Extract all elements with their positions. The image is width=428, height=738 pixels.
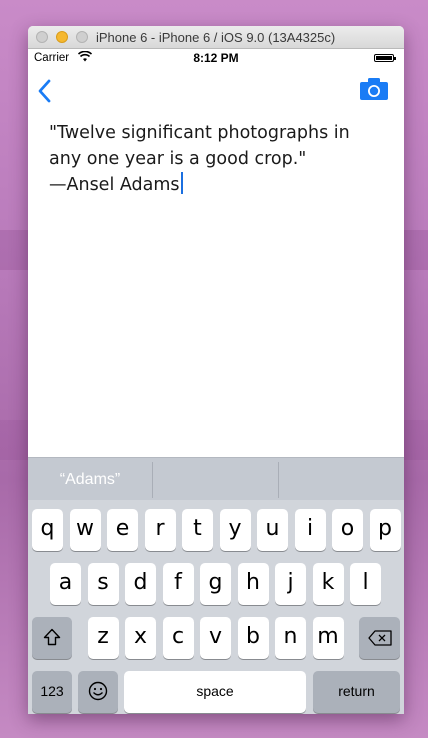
shift-icon <box>43 628 61 646</box>
return-key[interactable]: return <box>313 671 400 713</box>
key-a[interactable]: a <box>50 563 81 605</box>
numbers-key[interactable]: 123 <box>32 671 72 713</box>
quote-text-view[interactable]: "Twelve significant photographs in any o… <box>49 120 379 460</box>
shift-key[interactable] <box>32 617 72 659</box>
key-o[interactable]: o <box>332 509 363 551</box>
key-e[interactable]: e <box>107 509 138 551</box>
key-v[interactable]: v <box>200 617 231 659</box>
close-window-button[interactable] <box>36 31 48 43</box>
simulator-window: iPhone 6 - iPhone 6 / iOS 9.0 (13A4325c)… <box>28 26 404 714</box>
back-button[interactable] <box>34 78 58 104</box>
key-x[interactable]: x <box>125 617 156 659</box>
key-z[interactable]: z <box>87 617 119 659</box>
key-i[interactable]: i <box>294 509 326 551</box>
key-c[interactable]: c <box>162 617 194 659</box>
space-key[interactable]: space <box>124 671 306 713</box>
status-time: 8:12 PM <box>193 51 239 65</box>
key-j[interactable]: j <box>275 563 306 605</box>
minimize-window-button[interactable] <box>56 31 68 43</box>
key-u[interactable]: u <box>257 509 288 551</box>
emoji-icon <box>88 681 108 701</box>
key-w[interactable]: w <box>69 509 101 551</box>
zoom-window-button[interactable] <box>76 31 88 43</box>
text-line: —Ansel Adams <box>49 175 180 195</box>
battery-icon <box>374 54 396 62</box>
navigation-bar <box>28 68 404 112</box>
key-f[interactable]: f <box>162 563 194 605</box>
text-line: any one year is a good crop." <box>49 149 307 169</box>
key-l[interactable]: l <box>350 563 381 605</box>
key-p[interactable]: p <box>369 509 401 551</box>
text-cursor <box>180 172 183 194</box>
suggestion-2[interactable] <box>153 458 278 501</box>
key-b[interactable]: b <box>237 617 269 659</box>
key-s[interactable]: s <box>87 563 119 605</box>
camera-icon <box>360 78 388 100</box>
predictive-bar: “Adams” <box>28 457 404 501</box>
key-n[interactable]: n <box>275 617 306 659</box>
key-t[interactable]: t <box>182 509 213 551</box>
suggestion-3[interactable] <box>279 458 404 501</box>
key-h[interactable]: h <box>237 563 269 605</box>
camera-button[interactable] <box>360 78 388 100</box>
delete-icon <box>367 630 392 646</box>
key-m[interactable]: m <box>312 617 344 659</box>
key-r[interactable]: r <box>144 509 176 551</box>
delete-key[interactable] <box>359 617 400 659</box>
text-line-last: —Ansel Adams <box>49 172 379 198</box>
chevron-left-icon <box>38 79 51 103</box>
key-y[interactable]: y <box>219 509 251 551</box>
key-d[interactable]: d <box>125 563 156 605</box>
window-title: iPhone 6 - iPhone 6 / iOS 9.0 (13A4325c) <box>96 30 336 45</box>
key-q[interactable]: q <box>32 509 63 551</box>
text-line: "Twelve significant photographs in <box>49 123 350 143</box>
emoji-key[interactable] <box>78 671 118 713</box>
key-k[interactable]: k <box>312 563 344 605</box>
status-bar: Carrier 8:12 PM <box>28 48 404 68</box>
key-g[interactable]: g <box>200 563 231 605</box>
window-titlebar: iPhone 6 - iPhone 6 / iOS 9.0 (13A4325c) <box>28 26 404 49</box>
suggestion-1[interactable]: “Adams” <box>28 458 152 501</box>
keyboard: q w e r t y u i o p a s d f g h j k l z … <box>28 500 404 714</box>
